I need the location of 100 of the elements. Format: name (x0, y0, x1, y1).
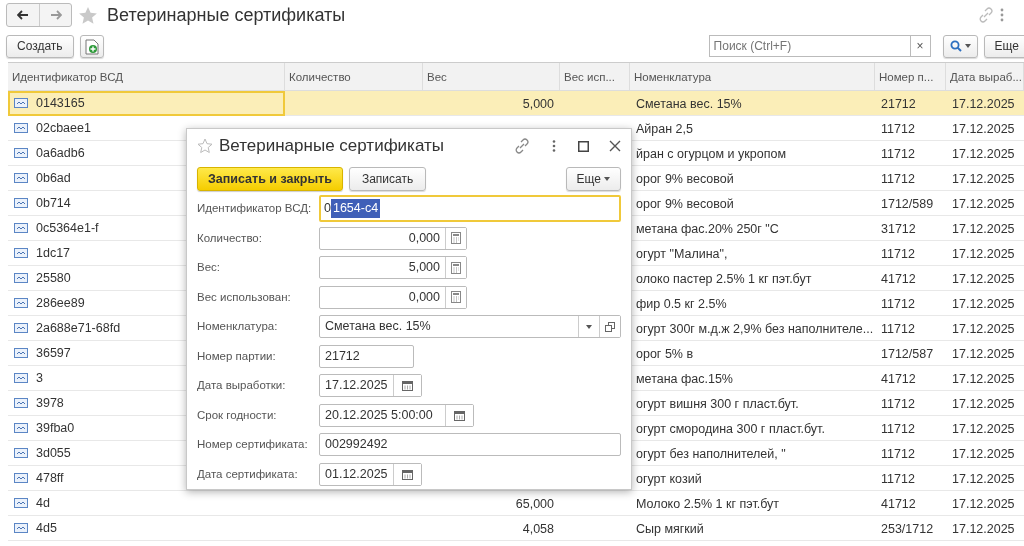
table-cell: 17.12.2025 (952, 147, 1015, 161)
calendar-button[interactable] (393, 375, 421, 397)
search-field[interactable]: Поиск (Ctrl+F) (708, 35, 911, 57)
field-label: Дата сертификата: (197, 466, 299, 482)
input-field[interactable]: 002992492 (319, 433, 621, 457)
table-cell: огурт вишня 300 г пласт.бут. (636, 397, 799, 411)
document-add-icon (84, 38, 99, 55)
calculator-icon (451, 232, 461, 245)
table-cell: 253/1712 (881, 522, 934, 536)
document-icon (14, 498, 28, 508)
table-cell: 41712 (881, 497, 916, 511)
input-field[interactable]: 0 1654-c4 (319, 195, 621, 223)
calculator-icon (451, 291, 461, 304)
document-icon (14, 223, 28, 233)
create-button[interactable]: Создать (6, 34, 74, 58)
input-field[interactable]: 5,000 (319, 256, 467, 280)
table-cell: 17.12.2025 (952, 172, 1015, 186)
more-vertical-icon[interactable] (552, 140, 556, 152)
column-header[interactable]: Идентификатор ВСД (8, 63, 285, 91)
calculator-button[interactable] (445, 286, 466, 308)
calendar-button[interactable] (445, 404, 473, 426)
column-header[interactable]: Количество (285, 63, 423, 91)
document-icon (14, 448, 28, 458)
table-cell-text: 3d055 (36, 444, 71, 462)
table-cell: орог 9% весовой (636, 197, 734, 211)
table-cell: 17.12.2025 (952, 247, 1015, 261)
table-cell: 11712 (881, 297, 915, 311)
column-header[interactable]: Вес (423, 63, 560, 91)
more-vertical-icon[interactable] (1000, 8, 1004, 22)
table-cell: 17.12.2025 (952, 372, 1015, 386)
table-cell: 1712/587 (881, 347, 934, 361)
table-cell: огурт 300г м.д.ж 2,9% без наполнителе... (636, 322, 874, 336)
table-cell-text: 25580 (36, 269, 71, 287)
table-row[interactable]: 0143165 5,000 Сметана вес. 15% 21712 17.12.2025 (8, 91, 1024, 116)
calculator-button[interactable] (445, 227, 466, 249)
table-cell-text: 36597 (36, 344, 71, 362)
table-cell: огурт "Малина", (636, 247, 728, 261)
input-field[interactable]: 21712 (319, 344, 414, 368)
table-cell-text: 39fba0 (36, 419, 75, 437)
table-cell: 11712 (881, 447, 915, 461)
table-cell: 11712 (881, 422, 915, 436)
right-arrow-icon (49, 10, 62, 20)
document-icon (14, 423, 28, 433)
column-header[interactable]: Дата выраб... (946, 63, 1024, 91)
table-cell: фир 0.5 кг 2.5% (636, 297, 727, 311)
document-icon (14, 323, 28, 333)
table-cell: Сыр мягкий (636, 522, 704, 536)
table-cell: 1712/589 (881, 197, 934, 211)
input-field[interactable]: 0,000 (319, 285, 467, 309)
link-icon[interactable] (514, 138, 530, 154)
table-cell-text: 3 (36, 369, 43, 387)
search-button[interactable] (942, 34, 978, 58)
input-field[interactable]: 17.12.2025 (319, 374, 422, 398)
document-icon (14, 173, 28, 183)
table-cell: 11712 (881, 397, 915, 411)
input-field[interactable]: 01.12.2025 (319, 462, 422, 486)
document-icon (14, 523, 28, 533)
table-cell: 17.12.2025 (952, 272, 1015, 286)
input-field[interactable]: Сметана вес. 15% (319, 315, 621, 339)
document-icon (14, 398, 28, 408)
star-icon[interactable] (78, 5, 98, 25)
caret-icon (964, 44, 971, 48)
close-icon[interactable] (609, 140, 621, 152)
table-cell: 5,000 (522, 97, 554, 111)
calculator-button[interactable] (445, 257, 466, 279)
calendar-icon (402, 380, 413, 392)
add-copy-button[interactable] (79, 34, 104, 58)
input-field[interactable]: 0,000 (319, 226, 467, 250)
more-button[interactable]: Еще (983, 34, 1024, 58)
table-cell: 41712 (881, 372, 916, 386)
more-button[interactable]: Еще (565, 167, 621, 191)
table-cell: 17.12.2025 (952, 422, 1015, 436)
maximize-icon[interactable] (578, 140, 589, 152)
clear-button[interactable]: × (910, 35, 931, 57)
table-cell-text: 1dc17 (36, 244, 71, 262)
calendar-icon (454, 409, 465, 421)
table-cell: 41712 (881, 272, 916, 286)
column-header[interactable]: Номенклатура (630, 63, 875, 91)
table-cell: огурт смородина 300 г пласт.бут. (636, 422, 825, 436)
table-cell: 11712 (881, 147, 915, 161)
star-icon[interactable] (197, 138, 213, 154)
save-and-close-button[interactable]: Записать и закрыть (197, 167, 343, 191)
save-button[interactable]: Записать (348, 167, 427, 191)
window-title: Ветеринарные сертификаты (107, 3, 346, 27)
field-label: Идентификатор ВСД: (197, 201, 313, 217)
column-header[interactable]: Вес исп... (560, 63, 630, 91)
caret-icon (586, 324, 592, 329)
input-field[interactable]: 20.12.2025 5:00:00 (319, 403, 474, 427)
table-cell-text: 4d (36, 494, 50, 512)
table-cell: 11712 (881, 472, 915, 486)
column-header[interactable]: Номер п... (875, 63, 946, 91)
calendar-button[interactable] (393, 463, 421, 485)
table-cell: 17.12.2025 (952, 497, 1015, 511)
open-button[interactable] (599, 316, 620, 338)
table-cell: Молоко 2.5% 1 кг пэт.бут (636, 497, 780, 511)
table-cell-text: 4d5 (36, 519, 57, 537)
document-icon (14, 348, 28, 358)
table-cell: 17.12.2025 (952, 472, 1015, 486)
table-cell-text: 2a688e71-68fd (36, 319, 121, 337)
dialog-title: Ветеринарные сертификаты (219, 135, 444, 158)
